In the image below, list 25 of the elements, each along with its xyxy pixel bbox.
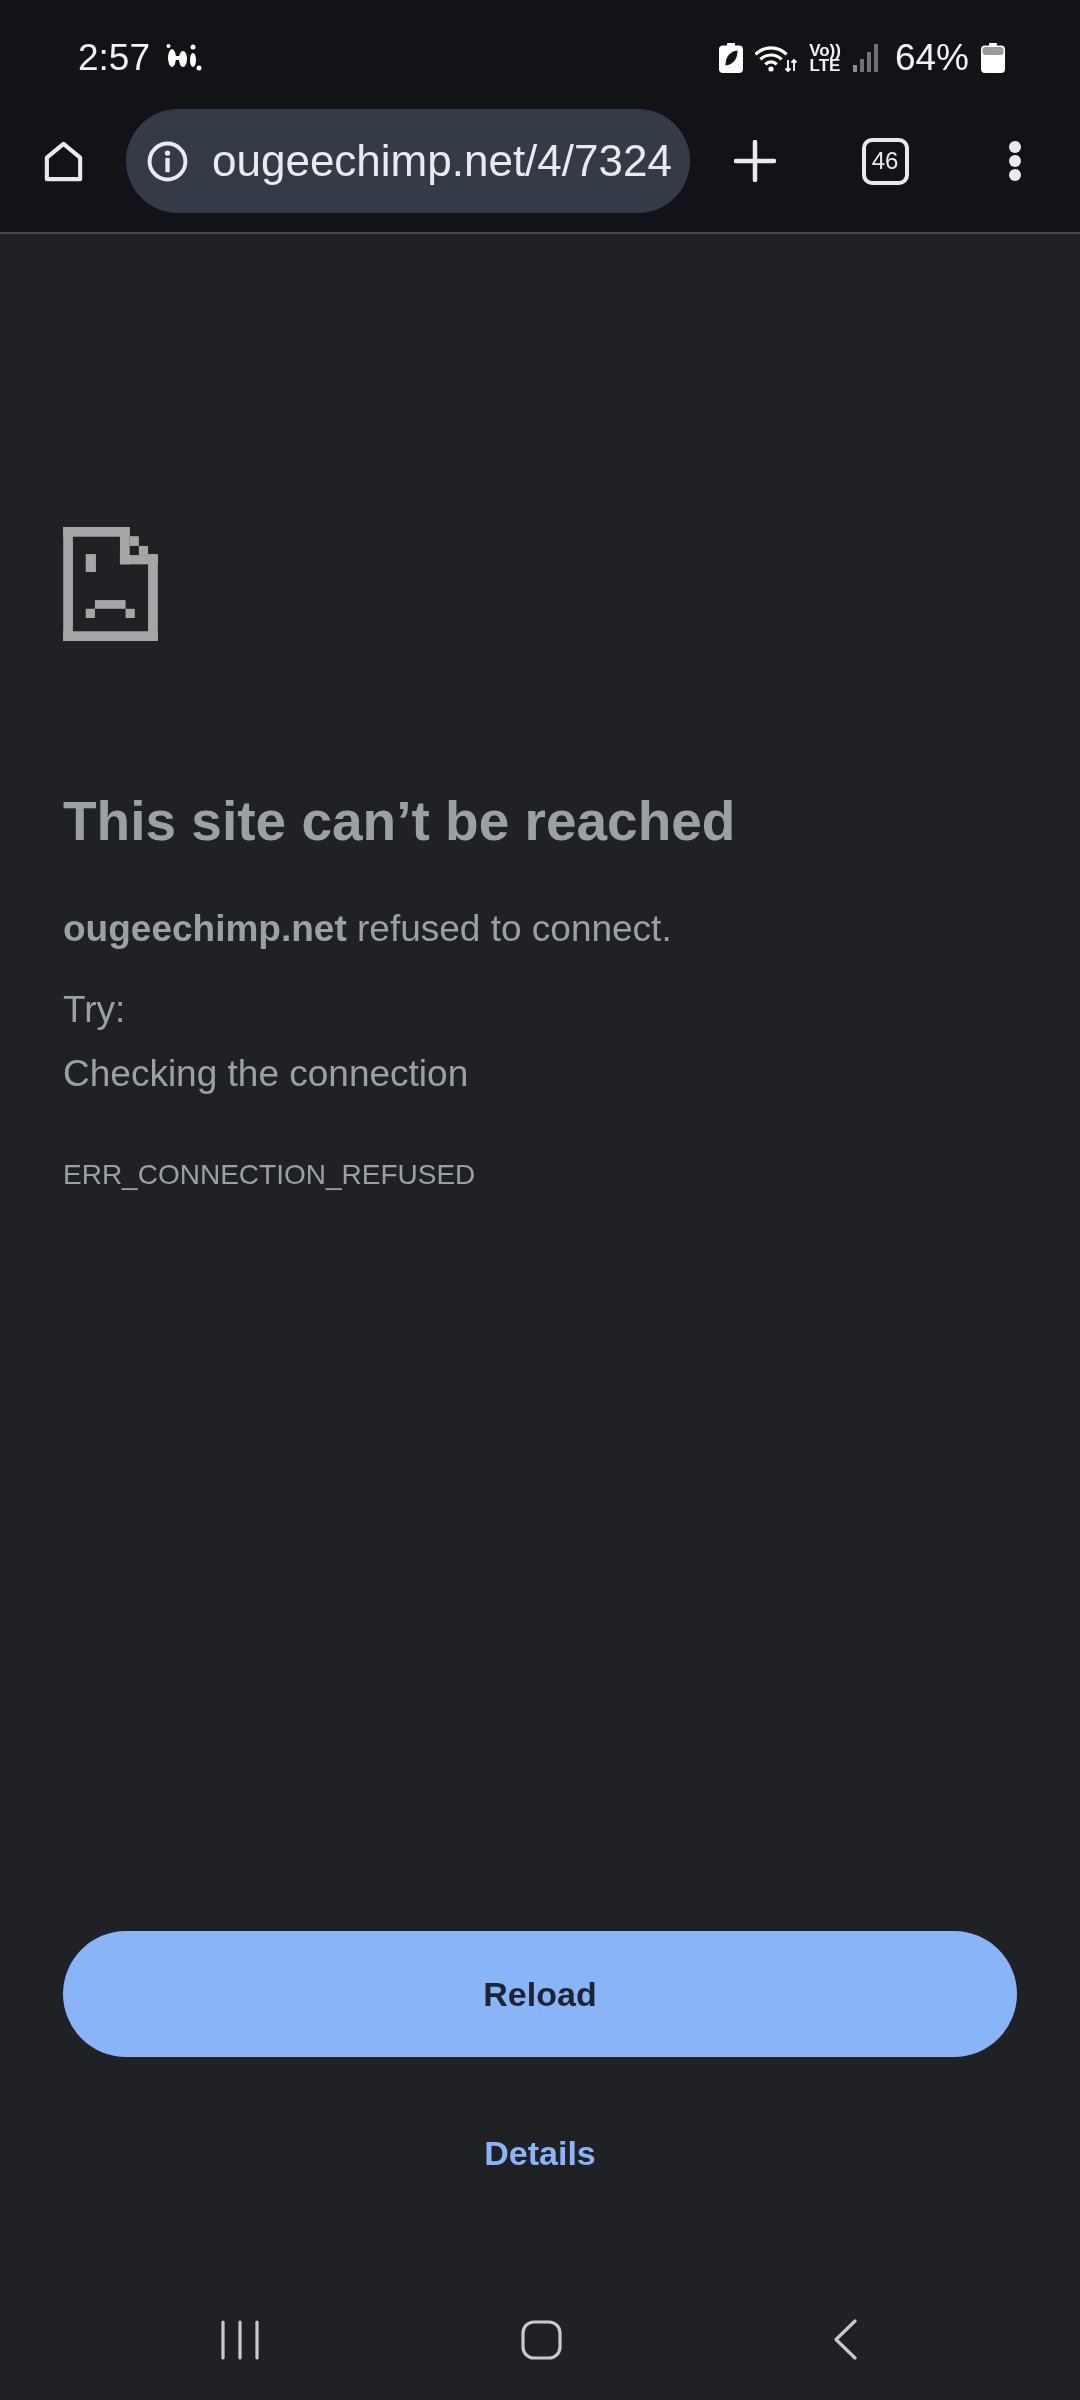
clock-time: 2:57 — [78, 36, 150, 80]
signal-icon — [852, 44, 879, 72]
more-menu-icon[interactable] — [1008, 140, 1022, 182]
recents-icon[interactable] — [220, 2319, 260, 2360]
battery-icon — [981, 43, 1005, 73]
network-type-label: LTE — [809, 58, 841, 73]
back-icon[interactable] — [833, 2319, 857, 2360]
address-field[interactable]: ougeechimp.net/4/7324 — [126, 109, 690, 213]
details-link[interactable]: Details — [464, 2113, 616, 2193]
battery-percent: 64% — [894, 36, 969, 80]
error-code: ERR_CONNECTION_REFUSED — [63, 1158, 477, 1192]
battery-leaf-icon — [719, 43, 744, 73]
info-icon[interactable] — [146, 139, 189, 183]
suggestion-text: Checking the connection — [63, 1052, 470, 1096]
nav-home-icon[interactable] — [521, 2319, 562, 2360]
voice-network-label: Vo)) — [809, 43, 841, 58]
error-title: This site can’t be reached — [63, 789, 737, 854]
try-label: Try: — [63, 988, 127, 1032]
error-message: ougeechimp.net refused to connect. — [63, 907, 673, 951]
reload-button[interactable]: Reload — [63, 1931, 1017, 2057]
tab-switcher-button[interactable]: 46 — [861, 137, 909, 185]
plus-icon[interactable] — [734, 140, 776, 182]
splatter-icon — [166, 43, 203, 73]
sad-page-icon — [63, 527, 158, 641]
wifi-icon — [755, 43, 798, 73]
